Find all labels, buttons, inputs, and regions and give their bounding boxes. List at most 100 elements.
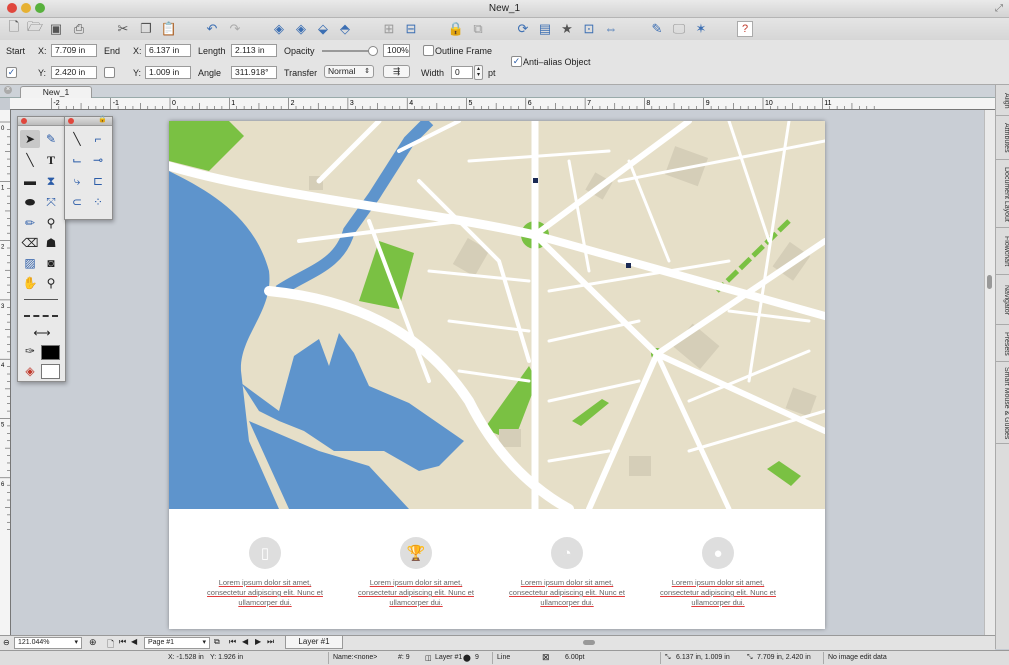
rectangle-tool-icon[interactable]: ▬: [20, 172, 40, 190]
line-style-solid[interactable]: [24, 299, 58, 300]
flip-icon[interactable]: ⇔: [602, 20, 620, 37]
opacity-field[interactable]: 100%: [383, 44, 410, 57]
minimize-window-button[interactable]: [21, 3, 31, 13]
curve-connector-icon[interactable]: ⤷: [67, 172, 87, 190]
transfer-select[interactable]: Normal ⇕: [324, 65, 374, 78]
last-icon[interactable]: ⏭: [267, 637, 274, 647]
hand-tool-icon[interactable]: ✋: [20, 274, 40, 292]
add-page-icon[interactable]: ⧉: [214, 637, 220, 647]
side-tab-document-layout[interactable]: Document Layout: [996, 161, 1009, 228]
width-field[interactable]: 0: [451, 66, 473, 79]
angle-field[interactable]: 311.918°: [231, 66, 277, 79]
previous-icon[interactable]: ◀: [242, 637, 248, 646]
rotate-icon[interactable]: ⟳: [514, 20, 532, 37]
monitor-icon[interactable]: 🖵: [670, 20, 688, 37]
side-tab-attributes[interactable]: Attributes: [996, 117, 1009, 160]
width-stepper[interactable]: ▴ ▾: [474, 65, 483, 80]
ellipse-tool-icon[interactable]: ⬬: [20, 193, 40, 211]
unlock-icon[interactable]: ⧉: [469, 20, 487, 37]
zoom-out-icon[interactable]: ⊖: [3, 638, 10, 647]
group-icon[interactable]: ⊞: [380, 20, 398, 37]
grid-connector-icon[interactable]: ⁘: [88, 193, 108, 211]
rounded-connector-icon[interactable]: ⊂: [67, 193, 87, 211]
stroke-color-icon[interactable]: ✑: [20, 342, 40, 360]
side-tab-align[interactable]: Align: [996, 87, 1009, 116]
box-connector-icon[interactable]: ⊏: [88, 172, 108, 190]
side-tab-flowchart[interactable]: Flowchart: [996, 229, 1009, 275]
stamp-tool-icon[interactable]: ⧗: [41, 172, 61, 190]
open-icon[interactable]: 🗁: [26, 19, 44, 37]
selection-arrow-icon[interactable]: ➤: [20, 130, 40, 148]
zoom-window-button[interactable]: [35, 3, 45, 13]
first-icon[interactable]: ⏮: [229, 637, 236, 647]
tab-layer-1[interactable]: Layer #1: [285, 636, 343, 649]
star-icon[interactable]: ★: [558, 20, 576, 37]
zoom-tool-icon[interactable]: ⚲: [41, 274, 61, 292]
next-icon[interactable]: ▶: [255, 637, 261, 646]
antialias-checkbox[interactable]: ✓: [511, 56, 522, 67]
ungroup-icon[interactable]: ⊟: [402, 20, 420, 37]
send-back-icon[interactable]: ◈: [292, 20, 310, 37]
bring-forward-icon[interactable]: ⬙: [314, 20, 332, 37]
undo-icon[interactable]: ↶: [203, 20, 221, 37]
window-icon[interactable]: ▤: [536, 20, 554, 37]
end-y-field[interactable]: 1.009 in: [145, 66, 191, 79]
side-tab-smart-mouse-guides[interactable]: Smart Mouse & Guides: [996, 363, 1009, 444]
dot-connector-icon[interactable]: ⊸: [88, 151, 108, 169]
outline-frame-checkbox[interactable]: [423, 45, 434, 56]
close-connector-palette-icon[interactable]: [68, 118, 74, 124]
horizontal-scroll-thumb[interactable]: [583, 640, 595, 645]
elbow-connector-icon[interactable]: ⌐: [88, 130, 108, 148]
stroke-color-swatch[interactable]: [41, 345, 60, 360]
eraser-icon[interactable]: ⌫: [20, 234, 40, 252]
tab-new-1[interactable]: New_1: [20, 86, 92, 98]
page-select[interactable]: Page #1 ▾: [144, 637, 210, 649]
bring-front-icon[interactable]: ◈: [270, 20, 288, 37]
vertical-scrollbar[interactable]: [984, 110, 995, 635]
opacity-slider[interactable]: [322, 46, 378, 56]
text-tool-icon[interactable]: T: [41, 151, 61, 169]
fill-bucket-icon[interactable]: ◈: [20, 362, 40, 380]
start-checkbox[interactable]: ✓: [6, 67, 17, 78]
cut-icon[interactable]: ✂: [114, 20, 132, 37]
side-tab-navigator[interactable]: Navigator: [996, 276, 1009, 325]
zoom-select[interactable]: 121.044% ▾: [14, 637, 82, 649]
send-backward-icon[interactable]: ⬘: [336, 20, 354, 37]
transfer-options-button[interactable]: ⇶: [383, 65, 410, 78]
magic-icon[interactable]: ✶: [692, 20, 710, 37]
document-page[interactable]: ▯ Lorem ipsum dolor sit amet, consectetu…: [169, 121, 825, 629]
ghost-tool-icon[interactable]: ☗: [41, 234, 61, 252]
new-document-icon[interactable]: 🗋: [5, 19, 23, 37]
end-x-field[interactable]: 6.137 in: [145, 44, 191, 57]
line-tool-icon[interactable]: ╲: [20, 151, 40, 169]
eyedropper-icon[interactable]: ⚲: [41, 214, 61, 232]
end-checkbox[interactable]: [104, 67, 115, 78]
connector-palette-title-bar[interactable]: 🔒: [65, 115, 112, 126]
start-y-field[interactable]: 2.420 in: [51, 66, 97, 79]
save-icon[interactable]: ▣: [47, 20, 65, 37]
lock-icon[interactable]: 🔒: [447, 20, 465, 37]
snap-icon[interactable]: ⊡: [580, 20, 598, 37]
first-page-icon[interactable]: ⏮: [119, 637, 126, 647]
lock-palette-icon[interactable]: 🔒: [98, 115, 107, 123]
zoom-in-icon[interactable]: ⊕: [89, 637, 97, 648]
palette-title-bar[interactable]: [18, 117, 65, 126]
city-map[interactable]: [169, 121, 825, 509]
fill-color-swatch[interactable]: [41, 364, 60, 379]
vertical-scroll-thumb[interactable]: [987, 275, 992, 289]
redo-icon[interactable]: ↷: [226, 20, 244, 37]
pen-tool-icon[interactable]: ✎: [41, 130, 61, 148]
copy-icon[interactable]: ❐: [137, 20, 155, 37]
image-tool-icon[interactable]: ▨: [20, 254, 40, 272]
print-icon[interactable]: ⎙: [70, 20, 88, 37]
prev-page-icon[interactable]: ◀: [131, 637, 137, 646]
close-window-button[interactable]: [7, 3, 17, 13]
fullscreen-icon[interactable]: ⤢: [995, 0, 1003, 17]
close-tab-icon[interactable]: ×: [4, 86, 12, 94]
start-x-field[interactable]: 7.709 in: [51, 44, 97, 57]
edit-icon[interactable]: ✎: [648, 20, 666, 37]
help-icon[interactable]: ?: [737, 21, 753, 37]
paste-icon[interactable]: 📋: [160, 20, 178, 37]
opacity-slider-knob[interactable]: [368, 46, 378, 56]
selection-handle-end[interactable]: [533, 178, 538, 183]
